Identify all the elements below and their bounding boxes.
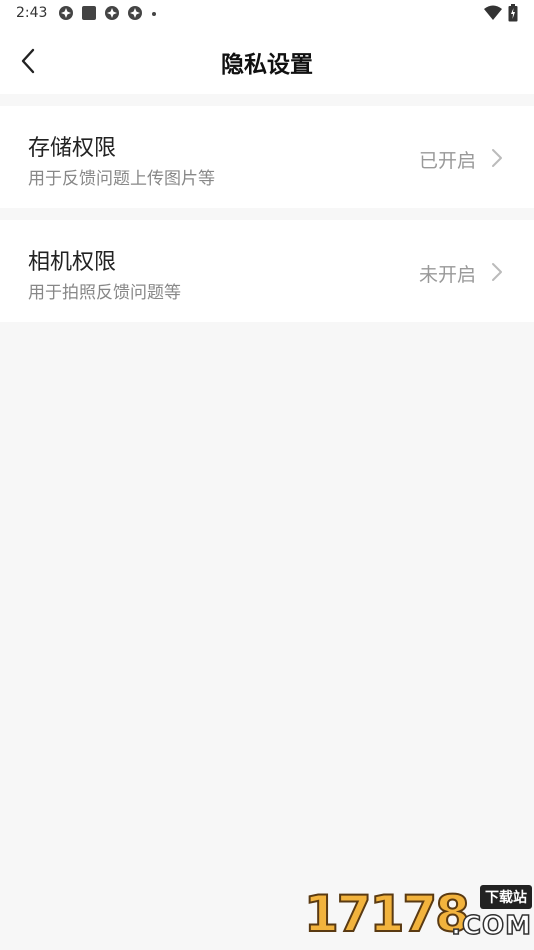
chevron-right-icon — [492, 149, 502, 167]
app-notification-icon — [104, 5, 120, 21]
permission-status: 未开启 — [418, 264, 476, 286]
permission-title: 相机权限 — [28, 250, 117, 275]
permission-item-camera[interactable]: 相机权限 用于拍照反馈问题等 未开启 — [0, 220, 534, 322]
app-header: 隐私设置 — [0, 28, 534, 94]
page-title: 隐私设置 — [221, 52, 313, 78]
app-notification-icon — [127, 5, 143, 21]
watermark-digits: 17178 — [303, 885, 471, 943]
status-system-icons — [484, 4, 518, 26]
watermark-domain: .COM — [450, 911, 532, 941]
status-bar: 2:43 — [0, 0, 534, 28]
status-time: 2:43 — [16, 5, 48, 21]
dot-icon — [150, 5, 158, 21]
chevron-right-icon — [492, 263, 502, 281]
battery-icon — [508, 4, 518, 26]
square-notification-icon — [81, 5, 97, 21]
wifi-icon — [484, 5, 502, 25]
permission-list: 存储权限 用于反馈问题上传图片等 已开启 相机权限 用于拍照反馈问题等 未开启 — [0, 106, 534, 322]
permission-description: 用于反馈问题上传图片等 — [28, 169, 215, 189]
status-notification-icons — [58, 5, 158, 21]
permission-description: 用于拍照反馈问题等 — [28, 283, 181, 303]
watermark-tag: 下载站 — [480, 885, 532, 909]
app-notification-icon — [58, 5, 74, 21]
permission-title: 存储权限 — [28, 136, 117, 161]
permission-status: 已开启 — [418, 150, 476, 172]
permission-item-storage[interactable]: 存储权限 用于反馈问题上传图片等 已开启 — [0, 106, 534, 208]
site-watermark-logo: 17178 下载站 .COM — [303, 885, 534, 950]
